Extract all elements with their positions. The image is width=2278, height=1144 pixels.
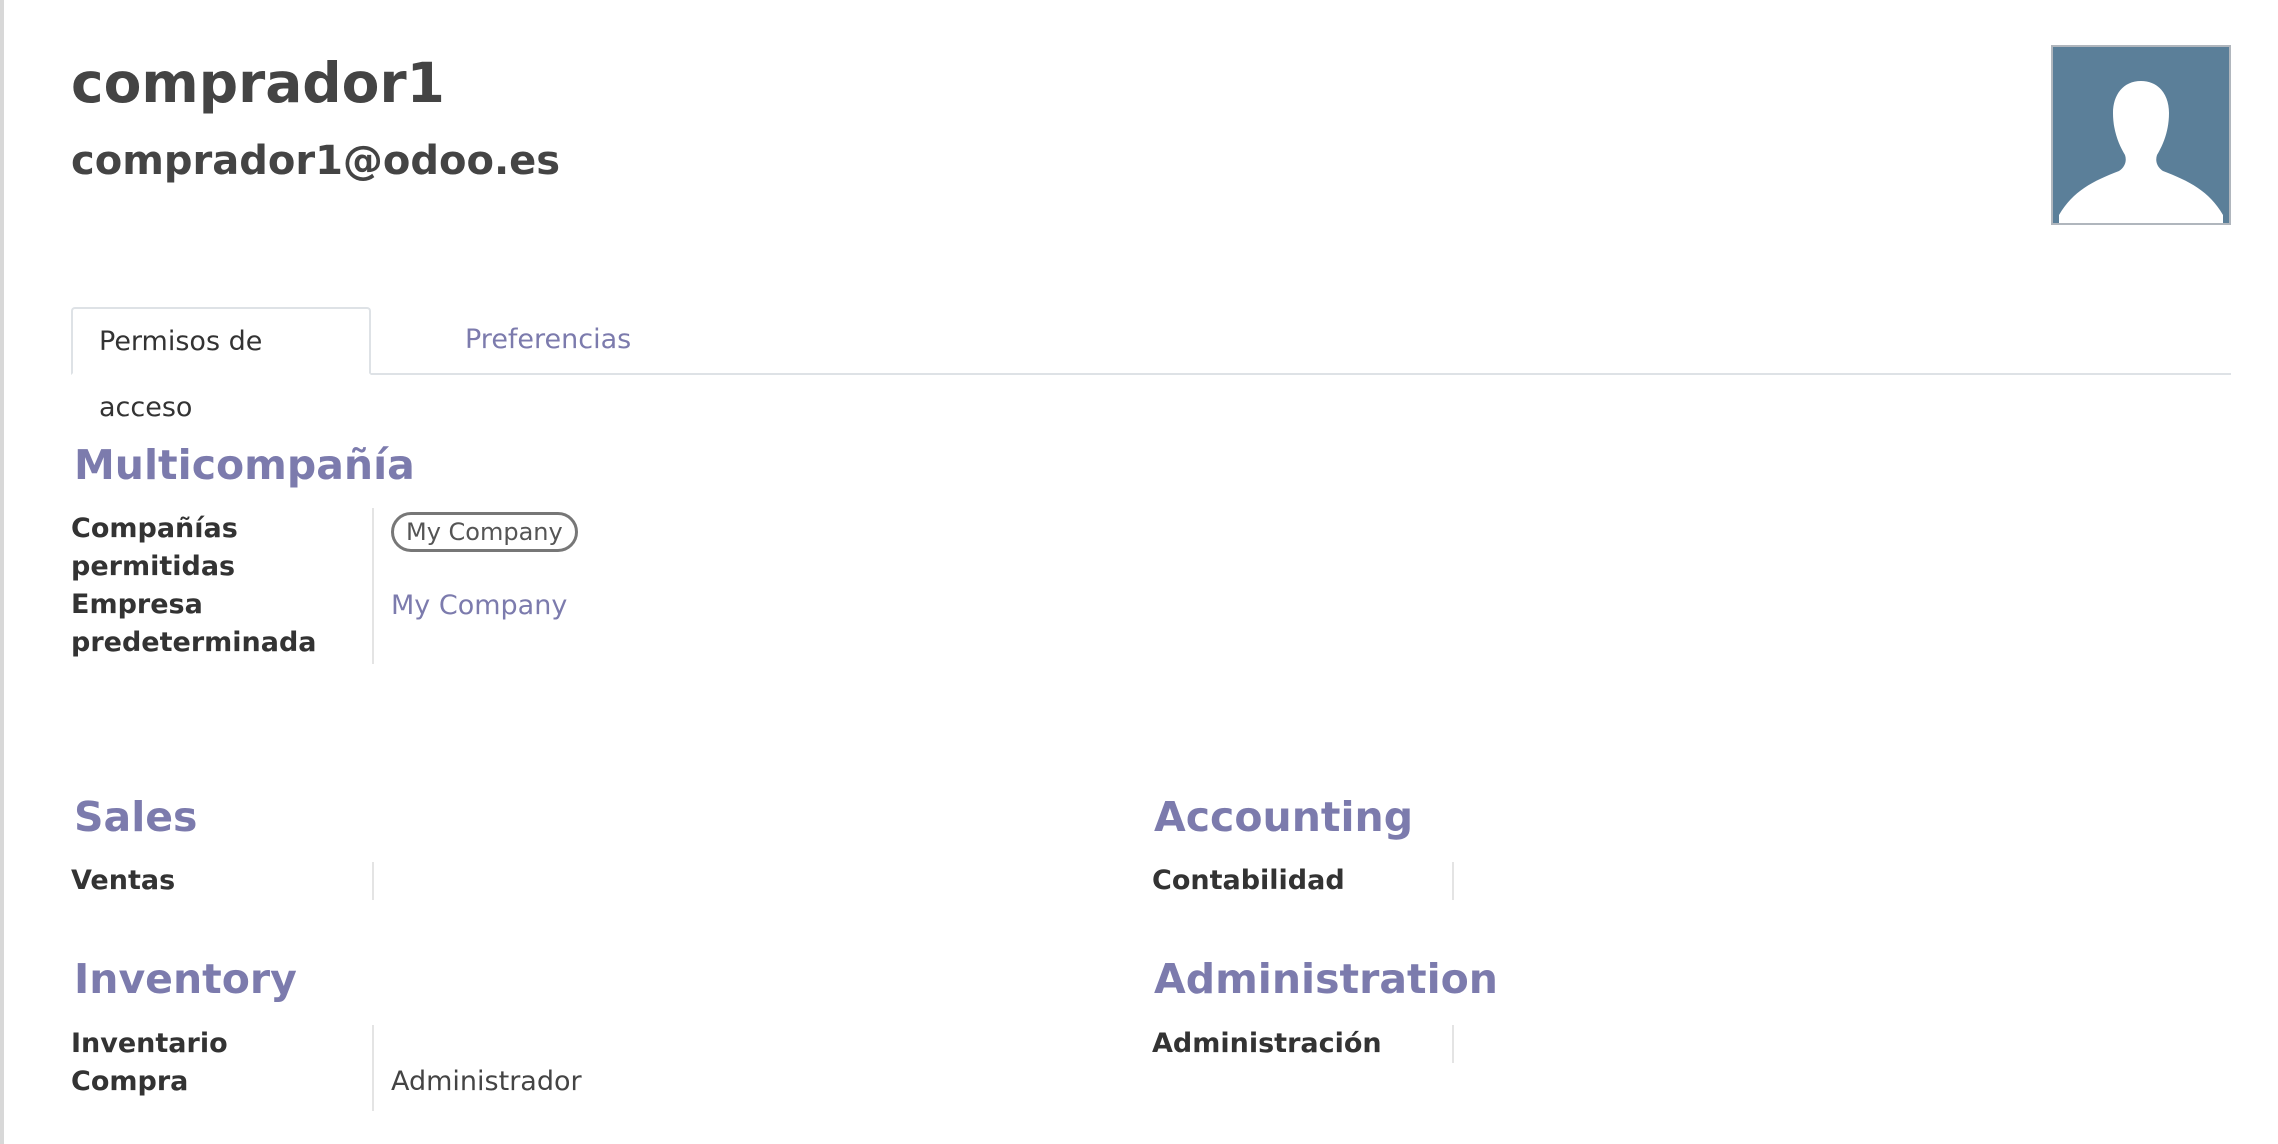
user-email[interactable]: comprador1@odoo.es: [71, 136, 560, 186]
section-title-sales: Sales: [74, 793, 198, 841]
purchase-field-label: Compra: [71, 1066, 189, 1097]
tab-permisos-de-acceso[interactable]: Permisos de acceso: [71, 307, 371, 423]
user-form-sheet: comprador1 comprador1@odoo.es Permisos d…: [0, 0, 2278, 1144]
administration-field-label: Administración: [1152, 1028, 1382, 1059]
field-separator: [372, 862, 374, 900]
user-name[interactable]: comprador1: [71, 48, 445, 118]
default-company-label-line2: predeterminada: [71, 627, 317, 658]
field-separator: [1452, 862, 1454, 900]
sales-field-label: Ventas: [71, 865, 176, 896]
field-separator: [1452, 1025, 1454, 1063]
inventory-field-label: Inventario: [71, 1028, 228, 1059]
accounting-field-label: Contabilidad: [1152, 865, 1345, 896]
section-title-accounting: Accounting: [1154, 793, 1414, 841]
field-separator: [372, 508, 374, 664]
field-separator: [372, 1025, 374, 1111]
section-title-multicompany: Multicompañía: [74, 441, 415, 489]
default-company-label-line1: Empresa: [71, 589, 203, 620]
section-title-inventory: Inventory: [74, 955, 297, 1003]
form-tabs: Permisos de acceso Preferencias: [71, 307, 2231, 423]
allowed-companies-label-line2: permitidas: [71, 551, 236, 582]
avatar[interactable]: [2051, 45, 2231, 225]
tab-preferencias[interactable]: Preferencias: [439, 307, 657, 373]
default-company-link[interactable]: My Company: [391, 587, 567, 625]
purchase-field-value[interactable]: Administrador: [391, 1063, 582, 1101]
user-silhouette-icon: [2059, 81, 2223, 223]
company-tag[interactable]: My Company: [391, 512, 578, 552]
allowed-companies-label-line1: Compañías: [71, 513, 238, 544]
section-title-administration: Administration: [1154, 955, 1498, 1003]
